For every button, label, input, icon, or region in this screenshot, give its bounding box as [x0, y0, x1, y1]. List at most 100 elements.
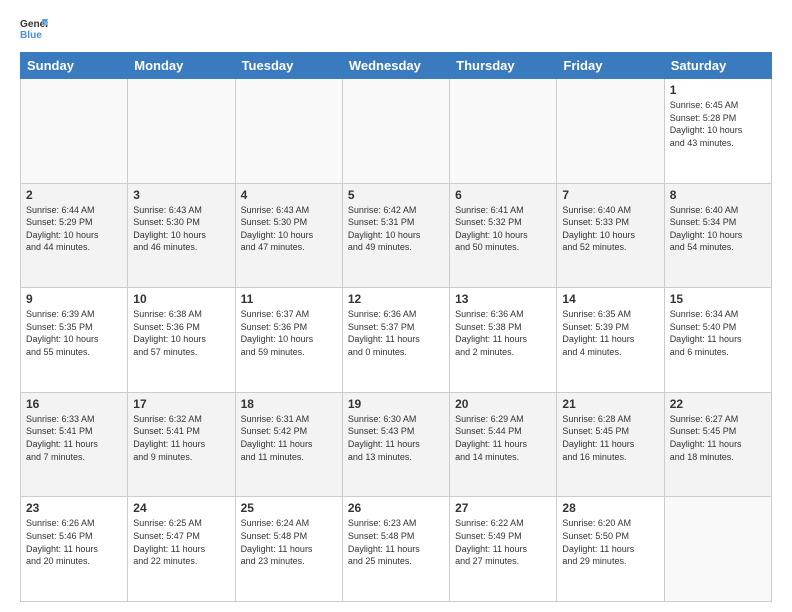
day-info: Sunrise: 6:28 AM Sunset: 5:45 PM Dayligh…: [562, 413, 658, 463]
day-number: 15: [670, 292, 766, 306]
day-number: 10: [133, 292, 229, 306]
day-number: 4: [241, 188, 337, 202]
calendar-cell: [235, 79, 342, 184]
calendar-cell: 3 Sunrise: 6:43 AM Sunset: 5:30 PM Daylig…: [128, 183, 235, 288]
calendar-cell: 14 Sunrise: 6:35 AM Sunset: 5:39 PM Dayli…: [557, 288, 664, 393]
calendar-cell: 5 Sunrise: 6:42 AM Sunset: 5:31 PM Daylig…: [342, 183, 449, 288]
calendar-table: SundayMondayTuesdayWednesdayThursdayFrid…: [20, 52, 772, 602]
day-number: 17: [133, 397, 229, 411]
page: General Blue SundayMondayTuesdayWednesda…: [0, 0, 792, 612]
calendar-cell: 10 Sunrise: 6:38 AM Sunset: 5:36 PM Dayli…: [128, 288, 235, 393]
day-number: 8: [670, 188, 766, 202]
calendar-cell: 6 Sunrise: 6:41 AM Sunset: 5:32 PM Daylig…: [450, 183, 557, 288]
day-number: 2: [26, 188, 122, 202]
day-info: Sunrise: 6:45 AM Sunset: 5:28 PM Dayligh…: [670, 99, 766, 149]
day-info: Sunrise: 6:38 AM Sunset: 5:36 PM Dayligh…: [133, 308, 229, 358]
logo-icon: General Blue: [20, 16, 48, 44]
day-info: Sunrise: 6:33 AM Sunset: 5:41 PM Dayligh…: [26, 413, 122, 463]
calendar-week-row: 23 Sunrise: 6:26 AM Sunset: 5:46 PM Dayli…: [21, 497, 772, 602]
calendar-cell: 27 Sunrise: 6:22 AM Sunset: 5:49 PM Dayli…: [450, 497, 557, 602]
day-number: 1: [670, 83, 766, 97]
calendar-cell: 2 Sunrise: 6:44 AM Sunset: 5:29 PM Daylig…: [21, 183, 128, 288]
day-info: Sunrise: 6:43 AM Sunset: 5:30 PM Dayligh…: [133, 204, 229, 254]
calendar-cell: 1 Sunrise: 6:45 AM Sunset: 5:28 PM Daylig…: [664, 79, 771, 184]
calendar-cell: 16 Sunrise: 6:33 AM Sunset: 5:41 PM Dayli…: [21, 392, 128, 497]
calendar-cell: 11 Sunrise: 6:37 AM Sunset: 5:36 PM Dayli…: [235, 288, 342, 393]
calendar-cell: 22 Sunrise: 6:27 AM Sunset: 5:45 PM Dayli…: [664, 392, 771, 497]
day-number: 13: [455, 292, 551, 306]
day-info: Sunrise: 6:24 AM Sunset: 5:48 PM Dayligh…: [241, 517, 337, 567]
calendar-cell: [342, 79, 449, 184]
day-info: Sunrise: 6:34 AM Sunset: 5:40 PM Dayligh…: [670, 308, 766, 358]
day-number: 23: [26, 501, 122, 515]
calendar-cell: 24 Sunrise: 6:25 AM Sunset: 5:47 PM Dayli…: [128, 497, 235, 602]
calendar-cell: [128, 79, 235, 184]
day-number: 12: [348, 292, 444, 306]
day-number: 21: [562, 397, 658, 411]
calendar-cell: [450, 79, 557, 184]
day-info: Sunrise: 6:29 AM Sunset: 5:44 PM Dayligh…: [455, 413, 551, 463]
day-info: Sunrise: 6:20 AM Sunset: 5:50 PM Dayligh…: [562, 517, 658, 567]
calendar-cell: 15 Sunrise: 6:34 AM Sunset: 5:40 PM Dayli…: [664, 288, 771, 393]
day-info: Sunrise: 6:40 AM Sunset: 5:34 PM Dayligh…: [670, 204, 766, 254]
day-info: Sunrise: 6:44 AM Sunset: 5:29 PM Dayligh…: [26, 204, 122, 254]
calendar-cell: 26 Sunrise: 6:23 AM Sunset: 5:48 PM Dayli…: [342, 497, 449, 602]
day-number: 26: [348, 501, 444, 515]
calendar-cell: 25 Sunrise: 6:24 AM Sunset: 5:48 PM Dayli…: [235, 497, 342, 602]
svg-text:Blue: Blue: [20, 30, 42, 41]
calendar-cell: [21, 79, 128, 184]
day-info: Sunrise: 6:39 AM Sunset: 5:35 PM Dayligh…: [26, 308, 122, 358]
day-info: Sunrise: 6:36 AM Sunset: 5:38 PM Dayligh…: [455, 308, 551, 358]
day-info: Sunrise: 6:40 AM Sunset: 5:33 PM Dayligh…: [562, 204, 658, 254]
day-info: Sunrise: 6:43 AM Sunset: 5:30 PM Dayligh…: [241, 204, 337, 254]
calendar-cell: [557, 79, 664, 184]
weekday-tuesday: Tuesday: [235, 53, 342, 79]
day-info: Sunrise: 6:27 AM Sunset: 5:45 PM Dayligh…: [670, 413, 766, 463]
calendar-week-row: 9 Sunrise: 6:39 AM Sunset: 5:35 PM Daylig…: [21, 288, 772, 393]
day-info: Sunrise: 6:32 AM Sunset: 5:41 PM Dayligh…: [133, 413, 229, 463]
day-info: Sunrise: 6:26 AM Sunset: 5:46 PM Dayligh…: [26, 517, 122, 567]
day-number: 19: [348, 397, 444, 411]
day-info: Sunrise: 6:22 AM Sunset: 5:49 PM Dayligh…: [455, 517, 551, 567]
calendar-cell: 28 Sunrise: 6:20 AM Sunset: 5:50 PM Dayli…: [557, 497, 664, 602]
day-info: Sunrise: 6:31 AM Sunset: 5:42 PM Dayligh…: [241, 413, 337, 463]
weekday-wednesday: Wednesday: [342, 53, 449, 79]
calendar-cell: 23 Sunrise: 6:26 AM Sunset: 5:46 PM Dayli…: [21, 497, 128, 602]
weekday-friday: Friday: [557, 53, 664, 79]
weekday-sunday: Sunday: [21, 53, 128, 79]
day-info: Sunrise: 6:25 AM Sunset: 5:47 PM Dayligh…: [133, 517, 229, 567]
calendar-cell: 12Sunrise: 6:36 AM Sunset: 5:37 PM Dayli…: [342, 288, 449, 393]
day-number: 14: [562, 292, 658, 306]
day-number: 3: [133, 188, 229, 202]
day-number: 27: [455, 501, 551, 515]
calendar-week-row: 16 Sunrise: 6:33 AM Sunset: 5:41 PM Dayli…: [21, 392, 772, 497]
day-number: 25: [241, 501, 337, 515]
calendar-cell: 9 Sunrise: 6:39 AM Sunset: 5:35 PM Daylig…: [21, 288, 128, 393]
day-info: Sunrise: 6:37 AM Sunset: 5:36 PM Dayligh…: [241, 308, 337, 358]
day-number: 7: [562, 188, 658, 202]
weekday-header-row: SundayMondayTuesdayWednesdayThursdayFrid…: [21, 53, 772, 79]
day-number: 22: [670, 397, 766, 411]
logo: General Blue: [20, 16, 48, 44]
day-number: 11: [241, 292, 337, 306]
day-info: Sunrise: 6:42 AM Sunset: 5:31 PM Dayligh…: [348, 204, 444, 254]
day-info: Sunrise: 6:41 AM Sunset: 5:32 PM Dayligh…: [455, 204, 551, 254]
day-number: 9: [26, 292, 122, 306]
day-number: 28: [562, 501, 658, 515]
day-number: 24: [133, 501, 229, 515]
calendar-cell: 21 Sunrise: 6:28 AM Sunset: 5:45 PM Dayli…: [557, 392, 664, 497]
calendar-week-row: 2 Sunrise: 6:44 AM Sunset: 5:29 PM Daylig…: [21, 183, 772, 288]
calendar-cell: 18Sunrise: 6:31 AM Sunset: 5:42 PM Dayli…: [235, 392, 342, 497]
header: General Blue: [20, 16, 772, 44]
calendar-week-row: 1 Sunrise: 6:45 AM Sunset: 5:28 PM Daylig…: [21, 79, 772, 184]
day-number: 6: [455, 188, 551, 202]
day-info: Sunrise: 6:35 AM Sunset: 5:39 PM Dayligh…: [562, 308, 658, 358]
calendar-cell: 13 Sunrise: 6:36 AM Sunset: 5:38 PM Dayli…: [450, 288, 557, 393]
weekday-monday: Monday: [128, 53, 235, 79]
day-info: Sunrise: 6:30 AM Sunset: 5:43 PM Dayligh…: [348, 413, 444, 463]
calendar-cell: 17 Sunrise: 6:32 AM Sunset: 5:41 PM Dayli…: [128, 392, 235, 497]
day-number: 5: [348, 188, 444, 202]
day-number: 16: [26, 397, 122, 411]
day-info: Sunrise: 6:23 AM Sunset: 5:48 PM Dayligh…: [348, 517, 444, 567]
calendar-cell: 20Sunrise: 6:29 AM Sunset: 5:44 PM Dayli…: [450, 392, 557, 497]
